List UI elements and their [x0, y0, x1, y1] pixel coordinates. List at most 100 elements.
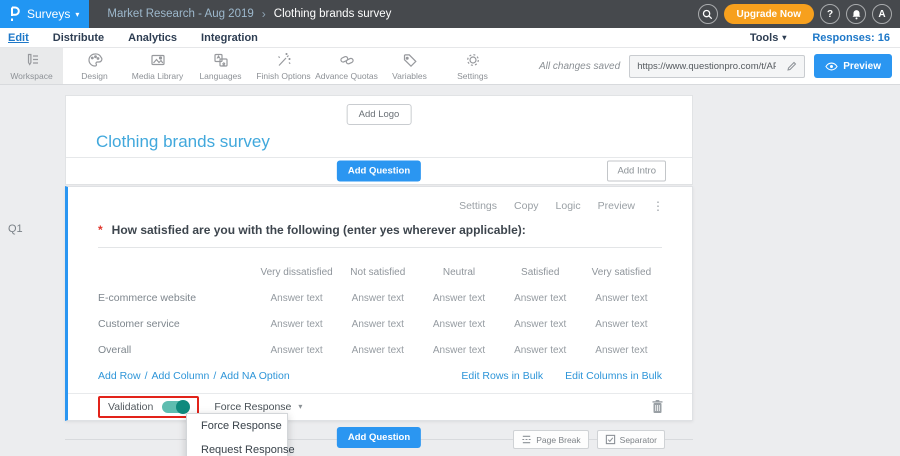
- question-preview-link[interactable]: Preview: [598, 200, 635, 212]
- breadcrumb-survey-name: Clothing brands survey: [274, 8, 392, 20]
- toolbar-item-languages[interactable]: Languages: [189, 48, 252, 84]
- survey-title[interactable]: Clothing brands survey: [96, 132, 270, 152]
- matrix-row-label[interactable]: Customer service: [98, 318, 256, 330]
- matrix-column-header[interactable]: Satisfied: [500, 267, 581, 278]
- matrix-row: Overall Answer text Answer text Answer t…: [98, 337, 662, 363]
- toolbar-item-finish-options[interactable]: Finish Options: [252, 48, 315, 84]
- nav-tab-analytics[interactable]: Analytics: [128, 32, 177, 44]
- validation-type-value: Force Response: [214, 401, 291, 413]
- matrix-cell[interactable]: Answer text: [581, 293, 662, 304]
- toolbar-item-design[interactable]: Design: [63, 48, 126, 84]
- kebab-menu-icon[interactable]: ⋮: [652, 201, 664, 211]
- survey-editor-screen: Surveys ▾ Market Research - Aug 2019 › C…: [0, 0, 900, 456]
- matrix-cell[interactable]: Answer text: [256, 319, 337, 330]
- nav-tab-distribute[interactable]: Distribute: [53, 32, 104, 44]
- link-separator: /: [145, 370, 148, 382]
- surveys-menu-button[interactable]: Surveys ▾: [0, 0, 89, 28]
- edit-url-button[interactable]: [780, 60, 804, 72]
- separator-icon: [605, 434, 616, 445]
- magic-wand-icon: [275, 51, 293, 69]
- edit-columns-in-bulk-link[interactable]: Edit Columns in Bulk: [565, 370, 662, 382]
- matrix-column-header[interactable]: Neutral: [418, 267, 499, 278]
- page-break-button[interactable]: Page Break: [513, 430, 588, 449]
- matrix-cell[interactable]: Answer text: [500, 345, 581, 356]
- matrix-column-header[interactable]: Not satisfied: [337, 267, 418, 278]
- section-nav: Edit Distribute Analytics Integration To…: [0, 28, 900, 48]
- toolbar-item-settings[interactable]: Settings: [441, 48, 504, 84]
- matrix-cell[interactable]: Answer text: [418, 293, 499, 304]
- question-text[interactable]: How satisfied are you with the following…: [112, 223, 526, 237]
- matrix-cell[interactable]: Answer text: [581, 345, 662, 356]
- nav-tab-integration[interactable]: Integration: [201, 32, 258, 44]
- matrix-cell[interactable]: Answer text: [418, 345, 499, 356]
- question-card: Settings Copy Logic Preview ⋮ *How satis…: [65, 186, 693, 421]
- delete-question-button[interactable]: [651, 399, 664, 414]
- add-logo-button[interactable]: Add Logo: [347, 104, 412, 125]
- matrix-cell[interactable]: Answer text: [256, 345, 337, 356]
- validation-toggle[interactable]: [162, 401, 189, 413]
- help-button[interactable]: ?: [820, 4, 840, 24]
- avatar[interactable]: A: [872, 4, 892, 24]
- matrix-cell[interactable]: Answer text: [337, 293, 418, 304]
- responses-count-link[interactable]: Responses: 16: [812, 32, 890, 44]
- topbar: Surveys ▾ Market Research - Aug 2019 › C…: [0, 0, 900, 28]
- add-intro-button[interactable]: Add Intro: [607, 161, 666, 182]
- separator-button[interactable]: Separator: [597, 430, 665, 449]
- matrix-row-label[interactable]: Overall: [98, 344, 256, 356]
- add-question-button-top[interactable]: Add Question: [337, 161, 421, 182]
- question-actions: Settings Copy Logic Preview ⋮: [459, 200, 664, 212]
- question-number-label: Q1: [8, 223, 23, 235]
- add-question-button-bottom[interactable]: Add Question: [337, 427, 421, 448]
- matrix-cell[interactable]: Answer text: [500, 293, 581, 304]
- breadcrumb-separator-icon: ›: [262, 7, 266, 21]
- question-logic-link[interactable]: Logic: [556, 200, 581, 212]
- chevron-down-icon: ▾: [75, 10, 79, 19]
- matrix-cell[interactable]: Answer text: [256, 293, 337, 304]
- matrix-header-row: Very dissatisfied Not satisfied Neutral …: [98, 259, 662, 285]
- upgrade-now-button[interactable]: Upgrade Now: [724, 4, 814, 24]
- editor-canvas: Q1 Add Logo Clothing brands survey Add Q…: [0, 85, 900, 456]
- palette-icon: [86, 51, 104, 69]
- survey-header-card: Add Logo Clothing brands survey Add Ques…: [65, 95, 693, 185]
- add-column-link[interactable]: Add Column: [152, 370, 210, 382]
- preview-button[interactable]: Preview: [814, 54, 892, 78]
- brand-label: Surveys: [27, 7, 70, 21]
- add-row-link[interactable]: Add Row: [98, 370, 141, 382]
- dropdown-option-request-response[interactable]: Request Response: [187, 438, 287, 456]
- toolbar-item-media-library[interactable]: Media Library: [126, 48, 189, 84]
- link-separator: /: [213, 370, 216, 382]
- page-break-icon: [521, 434, 532, 445]
- matrix-column-header[interactable]: Very dissatisfied: [256, 267, 337, 278]
- add-na-option-link[interactable]: Add NA Option: [220, 370, 289, 382]
- question-text-row[interactable]: *How satisfied are you with the followin…: [98, 223, 662, 237]
- question-copy-link[interactable]: Copy: [514, 200, 539, 212]
- toolbar-item-advance-quotas[interactable]: Advance Quotas: [315, 48, 378, 84]
- matrix-cell[interactable]: Answer text: [581, 319, 662, 330]
- tools-menu[interactable]: Tools ▾: [750, 32, 787, 44]
- dropdown-option-force-response[interactable]: Force Response: [187, 414, 287, 438]
- question-settings-link[interactable]: Settings: [459, 200, 497, 212]
- validation-type-dropdown: Force Response Request Response: [186, 413, 288, 456]
- validation-highlight-box: Validation: [98, 396, 199, 418]
- matrix-links-row: Add Row / Add Column / Add NA Option Edi…: [98, 363, 662, 389]
- search-button[interactable]: [698, 4, 718, 24]
- nav-tab-edit[interactable]: Edit: [8, 32, 29, 44]
- matrix-cell[interactable]: Answer text: [500, 319, 581, 330]
- matrix-row-label[interactable]: E-commerce website: [98, 292, 256, 304]
- toolbar-item-variables[interactable]: Variables: [378, 48, 441, 84]
- toolbar-item-workspace[interactable]: Workspace: [0, 48, 63, 84]
- validation-type-select[interactable]: Force Response ▾: [214, 401, 302, 413]
- matrix-cell[interactable]: Answer text: [418, 319, 499, 330]
- gear-icon: [464, 51, 482, 69]
- editor-toolbar: Workspace Design Media Library Languages…: [0, 48, 900, 85]
- matrix-column-header[interactable]: Very satisfied: [581, 267, 662, 278]
- edit-rows-in-bulk-link[interactable]: Edit Rows in Bulk: [461, 370, 543, 382]
- notifications-button[interactable]: [846, 4, 866, 24]
- chevron-down-icon: ▾: [298, 402, 302, 411]
- matrix-cell[interactable]: Answer text: [337, 345, 418, 356]
- survey-url-field: [629, 55, 805, 78]
- survey-url-input[interactable]: [630, 61, 780, 72]
- breadcrumb-folder[interactable]: Market Research - Aug 2019: [107, 8, 253, 20]
- trash-icon: [651, 399, 664, 414]
- matrix-cell[interactable]: Answer text: [337, 319, 418, 330]
